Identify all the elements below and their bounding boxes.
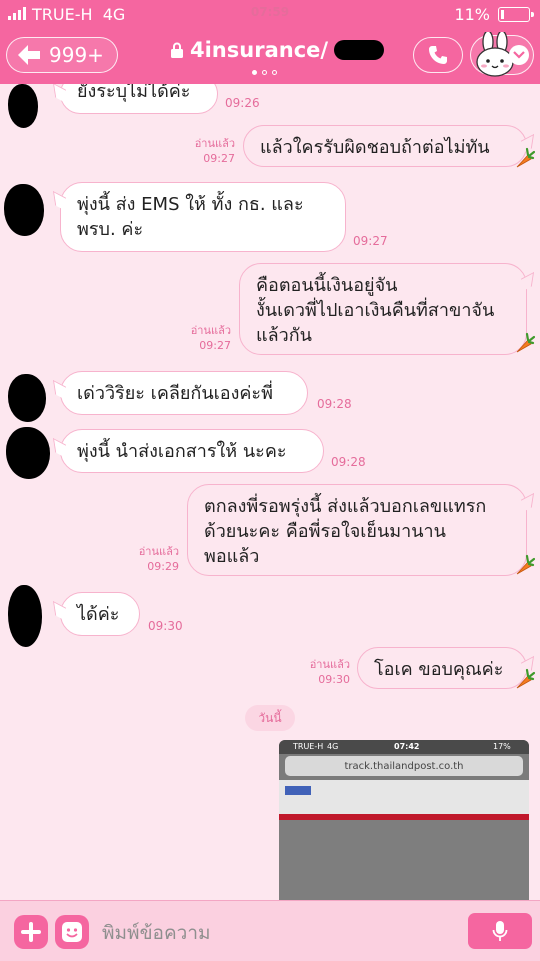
message-read-status: อ่านแล้ว 09:30 [304, 657, 350, 687]
message-bubble-incoming: ได้ค่ะ [60, 592, 140, 636]
image-time: 07:42 [394, 742, 420, 751]
contact-avatar [8, 84, 38, 128]
message-bubble-incoming: พุ่งนี้ นำส่งเอกสารให้ นะคะ [60, 429, 324, 473]
image-url-bar: track.thailandpost.co.th [285, 756, 523, 776]
message-bubble-outgoing: คือตอนนี้เงินอยู่จัน งั้นเดวพี่ไปเอาเงิน… [239, 263, 527, 355]
contact-avatar [8, 374, 46, 422]
message-time: 09:27 [353, 234, 388, 248]
add-attachment-button[interactable] [14, 915, 48, 949]
unread-count: 999+ [49, 43, 104, 67]
microphone-icon [492, 921, 508, 941]
message-input[interactable] [100, 915, 444, 951]
smiley-icon [62, 922, 82, 942]
message-bubble-outgoing: โอเค ขอบคุณค่ะ [357, 647, 527, 689]
status-bar: TRUE-H 4G 07:59 11% [0, 0, 540, 28]
carrot-icon [516, 554, 535, 575]
plus-icon [21, 922, 41, 942]
message-read-status: อ่านแล้ว 09:29 [134, 544, 179, 574]
chat-title-text: 4insurance/ [190, 38, 329, 62]
message-bubble-incoming: พุ่งนี้ ส่ง EMS ให้ ทั้ง กธ. และ พรบ. ค่… [60, 182, 346, 252]
phone-icon [429, 46, 447, 64]
carrot-icon [516, 332, 535, 353]
battery-icon [498, 7, 534, 22]
contact-avatar [8, 585, 42, 647]
message-time: 09:27 [203, 152, 235, 165]
date-divider: วันนี้ [245, 705, 295, 731]
message-time: 09:28 [331, 455, 366, 469]
contact-avatar [4, 184, 44, 236]
voice-message-button[interactable] [468, 913, 532, 949]
chat-title[interactable]: 4insurance/ [170, 38, 385, 62]
read-label: อ่านแล้ว [309, 658, 350, 671]
image-carrier: TRUE-H [293, 742, 324, 751]
image-battery: 17% [493, 742, 511, 751]
image-page-header [279, 780, 529, 814]
carrot-icon [516, 147, 535, 168]
menu-button[interactable] [470, 32, 534, 77]
message-time: 09:26 [225, 96, 260, 110]
message-read-status: อ่านแล้ว 09:27 [185, 323, 231, 353]
carrot-icon [516, 668, 535, 689]
lock-icon [171, 42, 183, 58]
sticker-button[interactable] [55, 915, 89, 949]
message-time: 09:27 [199, 339, 231, 352]
read-label: อ่านแล้ว [194, 137, 235, 150]
chevron-down-icon [509, 45, 529, 65]
message-time: 09:30 [318, 673, 350, 686]
page-dot [252, 70, 257, 75]
image-network: 4G [327, 742, 339, 751]
page-dot [262, 70, 267, 75]
page-dot [272, 70, 277, 75]
message-time: 09:30 [148, 619, 183, 633]
message-input-bar [0, 900, 540, 961]
message-bubble-outgoing: ตกลงพี่รอพรุ่งนี้ ส่งแล้วบอกเลขแทรก ด้วย… [187, 484, 527, 576]
contact-avatar [6, 427, 50, 479]
image-logo [285, 786, 311, 795]
redaction-mark [334, 40, 385, 60]
message-time: 09:29 [147, 560, 179, 573]
battery-percent: 11% [454, 5, 490, 24]
message-bubble-incoming: ยังระบุไม่ได้ค่ะ [60, 84, 218, 114]
image-url: track.thailandpost.co.th [344, 760, 464, 772]
call-button[interactable] [413, 37, 463, 73]
message-time: 09:28 [317, 397, 352, 411]
image-page-body [279, 820, 529, 900]
message-bubble-outgoing: แล้วใครรับผิดชอบถ้าต่อไม่ทัน [243, 125, 527, 167]
shared-image-message[interactable]: TRUE-H 4G 07:42 17% track.thailandpost.c… [279, 740, 529, 900]
chat-header: 999+ 4insurance/ [0, 28, 540, 84]
page-indicator [252, 70, 277, 75]
image-status-bar: TRUE-H 4G 07:42 17% [279, 740, 529, 754]
arrow-left-icon [18, 45, 40, 65]
chat-message-list[interactable]: ยังระบุไม่ได้ค่ะ 09:26 อ่านแล้ว 09:27 แล… [0, 84, 540, 900]
read-label: อ่านแล้ว [190, 324, 231, 337]
back-button[interactable]: 999+ [6, 37, 118, 73]
read-label: อ่านแล้ว [138, 545, 179, 558]
message-bubble-incoming: เด่ววิริยะ เคลียกันเองค่ะพี่ [60, 371, 308, 415]
message-read-status: อ่านแล้ว 09:27 [190, 136, 235, 166]
